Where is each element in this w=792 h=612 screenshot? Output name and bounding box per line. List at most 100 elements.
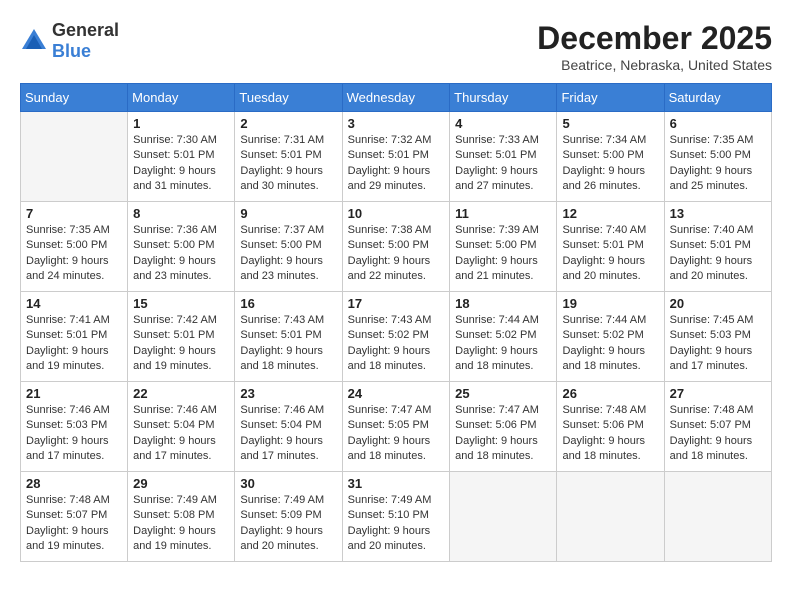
calendar-cell: 24 Sunrise: 7:47 AMSunset: 5:05 PMDayligh… (342, 382, 450, 472)
calendar-cell (21, 112, 128, 202)
day-number: 19 (562, 296, 658, 311)
day-number: 16 (240, 296, 336, 311)
calendar-header-tuesday: Tuesday (235, 84, 342, 112)
day-number: 9 (240, 206, 336, 221)
day-number: 2 (240, 116, 336, 131)
calendar-cell: 13 Sunrise: 7:40 AMSunset: 5:01 PMDayligh… (664, 202, 771, 292)
day-number: 7 (26, 206, 122, 221)
calendar-table: SundayMondayTuesdayWednesdayThursdayFrid… (20, 83, 772, 562)
calendar-cell: 27 Sunrise: 7:48 AMSunset: 5:07 PMDayligh… (664, 382, 771, 472)
calendar-cell: 2 Sunrise: 7:31 AMSunset: 5:01 PMDaylight… (235, 112, 342, 202)
day-number: 23 (240, 386, 336, 401)
calendar-cell: 15 Sunrise: 7:42 AMSunset: 5:01 PMDayligh… (128, 292, 235, 382)
title-block: December 2025 Beatrice, Nebraska, United… (537, 20, 772, 73)
week-row-5: 28 Sunrise: 7:48 AMSunset: 5:07 PMDayligh… (21, 472, 772, 562)
day-number: 17 (348, 296, 445, 311)
calendar-cell (450, 472, 557, 562)
day-number: 11 (455, 206, 551, 221)
calendar-header-sunday: Sunday (21, 84, 128, 112)
calendar-header-thursday: Thursday (450, 84, 557, 112)
day-info: Sunrise: 7:45 AMSunset: 5:03 PMDaylight:… (670, 313, 766, 375)
calendar-cell: 14Sunrise: 7:41 AMSunset: 5:01 PMDayligh… (21, 292, 128, 382)
day-number: 25 (455, 386, 551, 401)
day-number: 28 (26, 476, 122, 491)
calendar-cell: 18Sunrise: 7:44 AMSunset: 5:02 PMDayligh… (450, 292, 557, 382)
calendar-cell: 3 Sunrise: 7:32 AMSunset: 5:01 PMDaylight… (342, 112, 450, 202)
calendar-cell: 30 Sunrise: 7:49 AMSunset: 5:09 PMDayligh… (235, 472, 342, 562)
logo-icon (20, 27, 48, 55)
day-info: Sunrise: 7:30 AMSunset: 5:01 PMDaylight:… (133, 133, 229, 195)
day-number: 10 (348, 206, 445, 221)
day-number: 31 (348, 476, 445, 491)
day-info: Sunrise: 7:49 AMSunset: 5:10 PMDaylight:… (348, 493, 445, 555)
day-info: Sunrise: 7:48 AMSunset: 5:07 PMDaylight:… (26, 493, 122, 555)
day-number: 24 (348, 386, 445, 401)
day-number: 18 (455, 296, 551, 311)
week-row-3: 14Sunrise: 7:41 AMSunset: 5:01 PMDayligh… (21, 292, 772, 382)
day-info: Sunrise: 7:33 AMSunset: 5:01 PMDaylight:… (455, 133, 551, 195)
week-row-4: 21 Sunrise: 7:46 AMSunset: 5:03 PMDayligh… (21, 382, 772, 472)
calendar-header-monday: Monday (128, 84, 235, 112)
day-number: 3 (348, 116, 445, 131)
day-info: Sunrise: 7:46 AMSunset: 5:04 PMDaylight:… (133, 403, 229, 465)
day-number: 21 (26, 386, 122, 401)
calendar-cell (557, 472, 664, 562)
day-info: Sunrise: 7:44 AMSunset: 5:02 PMDaylight:… (562, 313, 658, 375)
logo: General Blue (20, 20, 119, 62)
calendar-cell: 1 Sunrise: 7:30 AMSunset: 5:01 PMDaylight… (128, 112, 235, 202)
day-info: Sunrise: 7:40 AMSunset: 5:01 PMDaylight:… (562, 223, 658, 285)
calendar-cell: 28 Sunrise: 7:48 AMSunset: 5:07 PMDayligh… (21, 472, 128, 562)
calendar-cell: 11 Sunrise: 7:39 AMSunset: 5:00 PMDayligh… (450, 202, 557, 292)
calendar-cell: 4Sunrise: 7:33 AMSunset: 5:01 PMDaylight… (450, 112, 557, 202)
calendar-cell: 21 Sunrise: 7:46 AMSunset: 5:03 PMDayligh… (21, 382, 128, 472)
calendar-header-row: SundayMondayTuesdayWednesdayThursdayFrid… (21, 84, 772, 112)
day-info: Sunrise: 7:31 AMSunset: 5:01 PMDaylight:… (240, 133, 336, 195)
logo-text-general: General (52, 20, 119, 40)
day-number: 1 (133, 116, 229, 131)
day-number: 12 (562, 206, 658, 221)
calendar-cell: 26 Sunrise: 7:48 AMSunset: 5:06 PMDayligh… (557, 382, 664, 472)
day-info: Sunrise: 7:43 AMSunset: 5:02 PMDaylight:… (348, 313, 445, 375)
calendar-cell: 19 Sunrise: 7:44 AMSunset: 5:02 PMDayligh… (557, 292, 664, 382)
day-number: 5 (562, 116, 658, 131)
day-number: 30 (240, 476, 336, 491)
calendar-cell: 20 Sunrise: 7:45 AMSunset: 5:03 PMDayligh… (664, 292, 771, 382)
day-info: Sunrise: 7:40 AMSunset: 5:01 PMDaylight:… (670, 223, 766, 285)
location: Beatrice, Nebraska, United States (537, 57, 772, 73)
day-info: Sunrise: 7:39 AMSunset: 5:00 PMDaylight:… (455, 223, 551, 285)
day-info: Sunrise: 7:42 AMSunset: 5:01 PMDaylight:… (133, 313, 229, 375)
calendar-cell: 25Sunrise: 7:47 AMSunset: 5:06 PMDayligh… (450, 382, 557, 472)
calendar-cell: 7Sunrise: 7:35 AMSunset: 5:00 PMDaylight… (21, 202, 128, 292)
page-header: General Blue December 2025 Beatrice, Neb… (20, 20, 772, 73)
day-info: Sunrise: 7:46 AMSunset: 5:03 PMDaylight:… (26, 403, 122, 465)
day-number: 15 (133, 296, 229, 311)
day-info: Sunrise: 7:49 AMSunset: 5:08 PMDaylight:… (133, 493, 229, 555)
day-number: 8 (133, 206, 229, 221)
day-number: 13 (670, 206, 766, 221)
day-info: Sunrise: 7:48 AMSunset: 5:07 PMDaylight:… (670, 403, 766, 465)
calendar-cell: 17 Sunrise: 7:43 AMSunset: 5:02 PMDayligh… (342, 292, 450, 382)
day-info: Sunrise: 7:46 AMSunset: 5:04 PMDaylight:… (240, 403, 336, 465)
day-number: 26 (562, 386, 658, 401)
calendar-cell (664, 472, 771, 562)
calendar-cell: 8 Sunrise: 7:36 AMSunset: 5:00 PMDaylight… (128, 202, 235, 292)
day-info: Sunrise: 7:34 AMSunset: 5:00 PMDaylight:… (562, 133, 658, 195)
day-info: Sunrise: 7:36 AMSunset: 5:00 PMDaylight:… (133, 223, 229, 285)
day-info: Sunrise: 7:48 AMSunset: 5:06 PMDaylight:… (562, 403, 658, 465)
day-number: 27 (670, 386, 766, 401)
calendar-cell: 29Sunrise: 7:49 AMSunset: 5:08 PMDayligh… (128, 472, 235, 562)
day-info: Sunrise: 7:41 AMSunset: 5:01 PMDaylight:… (26, 313, 122, 375)
day-info: Sunrise: 7:32 AMSunset: 5:01 PMDaylight:… (348, 133, 445, 195)
calendar-header-wednesday: Wednesday (342, 84, 450, 112)
calendar-cell: 5 Sunrise: 7:34 AMSunset: 5:00 PMDaylight… (557, 112, 664, 202)
day-info: Sunrise: 7:49 AMSunset: 5:09 PMDaylight:… (240, 493, 336, 555)
week-row-2: 7Sunrise: 7:35 AMSunset: 5:00 PMDaylight… (21, 202, 772, 292)
day-info: Sunrise: 7:43 AMSunset: 5:01 PMDaylight:… (240, 313, 336, 375)
logo-text-blue: Blue (52, 41, 91, 61)
calendar-cell: 22 Sunrise: 7:46 AMSunset: 5:04 PMDayligh… (128, 382, 235, 472)
day-number: 22 (133, 386, 229, 401)
day-number: 20 (670, 296, 766, 311)
day-info: Sunrise: 7:47 AMSunset: 5:05 PMDaylight:… (348, 403, 445, 465)
calendar-cell: 9Sunrise: 7:37 AMSunset: 5:00 PMDaylight… (235, 202, 342, 292)
calendar-cell: 31 Sunrise: 7:49 AMSunset: 5:10 PMDayligh… (342, 472, 450, 562)
